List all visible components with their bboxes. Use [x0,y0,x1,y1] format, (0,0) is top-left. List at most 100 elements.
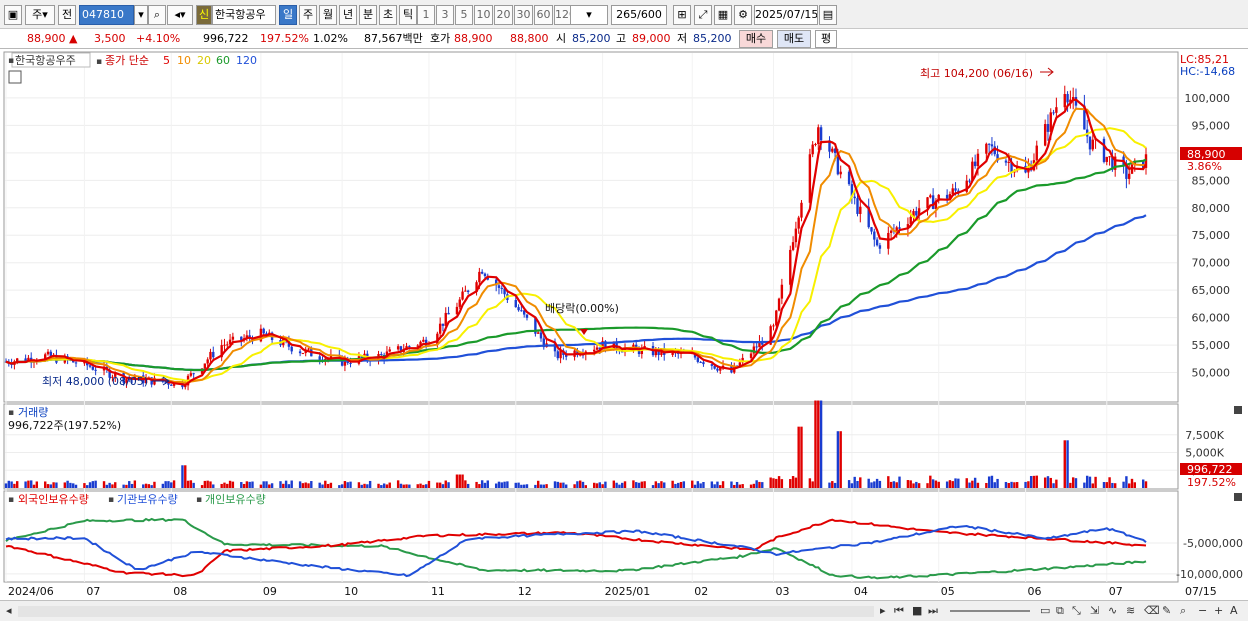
volume-bar [889,481,893,488]
forward-icon[interactable]: ⏭ [928,604,938,618]
draw-icon[interactable]: ⤡ [1072,604,1081,618]
tool-icon[interactable]: ▭ [1040,604,1050,618]
interval-button-2[interactable]: 월 [319,5,337,25]
volume-bar [298,481,302,488]
copy-icon[interactable]: ⧉ [1056,604,1064,618]
average-button[interactable]: 평 [815,30,837,48]
candle-body [298,351,302,354]
scroll-track[interactable] [18,606,874,617]
interval-button-0[interactable]: 일 [279,5,297,25]
volume-bar [797,426,800,488]
candle-body [973,161,977,167]
volume-bar [49,484,53,488]
candle-body [307,348,310,350]
volume-bar [153,481,156,488]
volume-bar [1049,477,1052,488]
calendar-icon[interactable]: ▤ [819,5,837,25]
candle-body [88,365,92,367]
volume-bar [1094,476,1097,488]
interval-button-4[interactable]: 분 [359,5,377,25]
interval-button-6[interactable]: 틱 [399,5,417,25]
zoom-slider[interactable] [950,610,1030,612]
volume-bar [562,482,565,488]
quote-bar: 88,900 ▲ 3,500 +4.10% 996,722 197.52% 1.… [0,29,1248,49]
zoom-out-icon[interactable]: − [1198,604,1207,618]
gear-icon[interactable]: ⚙ [734,5,752,25]
volume-bar [693,484,697,488]
date-field[interactable]: 2025/07/15 [754,5,818,25]
y-tick-label: 70,000 [1192,257,1231,270]
number-button-3[interactable]: 10 [474,5,493,25]
count-field[interactable]: 265/600 [611,5,667,25]
candle-body [478,271,481,283]
number-button-5[interactable]: 30 [514,5,533,25]
period-select[interactable]: 주▾ [25,5,55,25]
volume-bar [74,484,78,488]
candle-body [791,242,795,250]
volume-bar [142,484,145,488]
crosshair-icon[interactable]: ⤢ [694,5,712,25]
candle-body [388,349,391,352]
volume-bar [539,484,543,488]
candle-body [699,361,702,363]
fib-icon[interactable]: ≋ [1126,604,1135,618]
erase-icon[interactable]: ⌫ [1144,604,1160,618]
volume-bar [321,484,324,488]
volume-bar [69,482,72,488]
volume-bar [44,481,47,488]
text-tool-icon[interactable]: ✎ [1162,604,1171,618]
buy-button[interactable]: 매수 [739,30,773,48]
search-icon[interactable]: ⌕ [148,5,166,25]
volume-bar [114,482,117,488]
close-icon [1234,406,1242,414]
number-button-4[interactable]: 20 [494,5,513,25]
number-button-6[interactable]: 60 [534,5,553,25]
window-icon[interactable]: ▣ [4,5,22,25]
speaker-icon[interactable]: ◂▾ [167,5,193,25]
number-button-0[interactable]: 1 [417,5,435,25]
volume-bar [170,482,173,488]
zoom-in-icon[interactable]: + [1214,604,1223,618]
volume-bar [1102,482,1106,488]
chart-svg[interactable]: 50,000 55,000 60,000 65,000 70,000 75,000 80,0… [0,50,1248,600]
volume-bar [105,484,109,488]
measure-icon[interactable]: ⇲ [1090,604,1099,618]
trend-icon[interactable]: ∿ [1108,604,1117,618]
volume-bar [1105,482,1108,488]
legend-ma5: 5 [163,54,170,67]
sell-button[interactable]: 매도 [777,30,811,48]
candle-body [1035,145,1038,161]
volume-bar [875,478,879,488]
font-size-icon[interactable]: A [1230,604,1238,618]
interval-button-5[interactable]: 초 [379,5,397,25]
volume-bar [755,480,758,488]
volume-bar [1052,483,1055,488]
volume-bar [478,484,481,488]
stop-icon[interactable]: ■ [912,604,922,618]
code-input[interactable]: 047810 [79,5,134,25]
scroll-right-icon[interactable]: ▸ [880,604,886,618]
number-button-1[interactable]: 3 [436,5,454,25]
volume-bar [287,484,291,488]
chart-area[interactable]: 50,000 55,000 60,000 65,000 70,000 75,000 80,0… [0,50,1248,600]
volume-bar [612,480,616,488]
candle-body [772,325,775,327]
code-dropdown-icon[interactable]: ▾ [134,5,148,25]
compare-icon[interactable]: ▦ [714,5,732,25]
volume-bar [971,480,974,488]
scroll-left-icon[interactable]: ◂ [6,604,12,618]
layout-icon[interactable]: ⊞ [673,5,691,25]
stock-name[interactable]: 한국항공우 [212,5,276,25]
interval-button-3[interactable]: 년 [339,5,357,25]
open-label: 시 [556,32,567,45]
interval-button-1[interactable]: 주 [299,5,317,25]
volume-bar [385,484,389,488]
extra-select[interactable]: ▾ [570,5,608,25]
volume-bar [957,478,960,488]
rewind-icon[interactable]: ⏮ [894,604,904,618]
volume-tag: 996,722 [1187,463,1233,476]
candle-body [438,323,442,334]
search-icon[interactable]: ⌕ [1180,604,1186,618]
number-button-2[interactable]: 5 [455,5,473,25]
prev-button[interactable]: 전 [58,5,76,25]
